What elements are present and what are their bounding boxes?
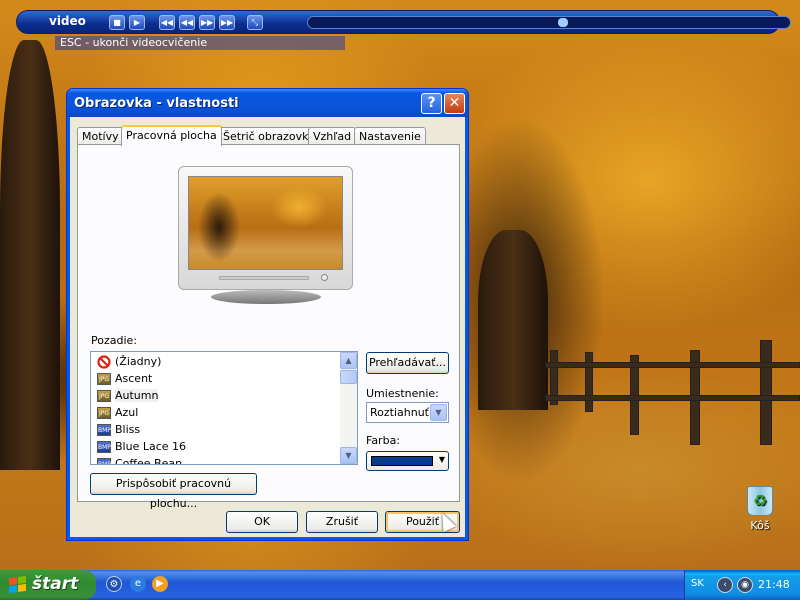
color-swatch bbox=[371, 456, 433, 466]
fence-post bbox=[760, 340, 772, 445]
help-icon[interactable]: ? bbox=[421, 93, 442, 114]
start-button[interactable]: štart bbox=[0, 570, 96, 600]
forward-icon[interactable]: ▶▶ bbox=[199, 15, 215, 30]
color-picker-button[interactable]: ▼ bbox=[366, 451, 449, 471]
monitor-slot bbox=[219, 276, 309, 280]
chevron-down-icon[interactable]: ▼ bbox=[430, 404, 447, 421]
tab-settings[interactable]: Nastavenie bbox=[354, 127, 426, 145]
forward-end-icon[interactable]: ▶▶ bbox=[219, 15, 235, 30]
none-icon bbox=[97, 354, 111, 369]
browse-button[interactable]: Prehľadávať... bbox=[366, 352, 449, 374]
close-icon[interactable]: ✕ bbox=[444, 93, 465, 114]
list-item-label: (Žiadny) bbox=[115, 355, 162, 368]
seek-track[interactable] bbox=[307, 16, 791, 29]
recycle-bin-label: Kôš bbox=[750, 519, 770, 532]
list-scrollbar[interactable]: ▲ ▼ bbox=[340, 352, 357, 464]
fence-post bbox=[585, 352, 593, 412]
position-select[interactable]: Roztiahnuť ▼ bbox=[366, 402, 449, 423]
monitor-power-icon bbox=[321, 274, 328, 281]
display-properties-dialog: Obrazovka - vlastnosti ? ✕ Motívy Pracov… bbox=[66, 88, 469, 541]
position-value: Roztiahnuť bbox=[370, 406, 429, 419]
internet-explorer-icon[interactable]: e bbox=[130, 576, 146, 592]
desktop-shortcut-icon[interactable]: ⚙ bbox=[106, 576, 122, 592]
player-title: video bbox=[49, 14, 86, 28]
taskbar: štart ⚙ e ▶ SK ‹ ◉ 21:48 bbox=[0, 570, 800, 600]
chevron-down-icon: ▼ bbox=[438, 455, 445, 464]
tree-trunk-left bbox=[0, 40, 60, 470]
bmp-file-icon: BMP bbox=[97, 440, 111, 453]
monitor-preview bbox=[178, 166, 353, 290]
list-item-label: Autumn bbox=[115, 389, 159, 402]
jpg-file-icon: JPG bbox=[97, 406, 111, 419]
background-list[interactable]: (Žiadny) JPG Ascent JPG Autumn JPG Azul … bbox=[90, 351, 358, 465]
list-item-label: Blue Lace 16 bbox=[115, 440, 187, 453]
customize-desktop-button[interactable]: Prispôsobiť pracovnú plochu... bbox=[90, 473, 257, 510]
scroll-up-icon[interactable]: ▲ bbox=[340, 352, 357, 369]
bmp-file-icon: BMP bbox=[97, 457, 111, 464]
list-item-selected[interactable]: JPG Autumn bbox=[97, 387, 159, 404]
esc-hint: ESC - ukonči videocvičenie bbox=[55, 36, 345, 50]
list-item-label: Bliss bbox=[115, 423, 141, 436]
list-item[interactable]: BMP Bliss bbox=[97, 421, 140, 438]
dialog-title-bar[interactable]: Obrazovka - vlastnosti ? ✕ bbox=[67, 89, 468, 117]
list-item[interactable]: BMP Blue Lace 16 bbox=[97, 438, 186, 455]
windows-logo-icon bbox=[9, 575, 27, 595]
tab-desktop[interactable]: Pracovná plocha bbox=[121, 125, 222, 146]
list-item[interactable]: (Žiadny) bbox=[97, 353, 161, 370]
tree-trunk-center bbox=[478, 230, 548, 410]
ok-button[interactable]: OK bbox=[226, 511, 298, 533]
monitor-stand bbox=[211, 290, 321, 304]
scroll-down-icon[interactable]: ▼ bbox=[340, 447, 357, 464]
speaker-icon[interactable]: ◉ bbox=[737, 577, 753, 593]
stop-icon[interactable]: ■ bbox=[109, 15, 125, 30]
jpg-file-icon: JPG bbox=[97, 372, 111, 385]
tab-screensaver[interactable]: Šetrič obrazovky bbox=[218, 127, 320, 145]
list-item[interactable]: BMP Coffee Bean bbox=[97, 455, 183, 465]
color-label: Farba: bbox=[366, 434, 401, 447]
fence-rail bbox=[545, 395, 800, 401]
wallpaper-preview bbox=[188, 176, 343, 270]
resize-icon[interactable]: ⤡ bbox=[247, 15, 263, 30]
seek-thumb[interactable] bbox=[558, 18, 569, 27]
language-indicator[interactable]: SK bbox=[691, 578, 704, 589]
clock: 21:48 bbox=[758, 578, 790, 591]
scroll-thumb[interactable] bbox=[340, 370, 357, 384]
tab-themes[interactable]: Motívy bbox=[77, 127, 124, 145]
list-item-label: Azul bbox=[115, 406, 139, 419]
desktop-tab-panel: Pozadie: (Žiadny) JPG Ascent JPG Autumn … bbox=[77, 144, 460, 510]
list-item-label: Coffee Bean bbox=[115, 457, 183, 465]
tray-arrow-icon[interactable]: ‹ bbox=[717, 577, 733, 593]
background-label: Pozadie: bbox=[91, 334, 137, 347]
list-item[interactable]: JPG Azul bbox=[97, 404, 138, 421]
list-item-label: Ascent bbox=[115, 372, 153, 385]
recycle-bin-icon: ♻ bbox=[747, 486, 773, 516]
video-player-bar: video ■ ▶ ◀◀ ◀◀ ▶▶ ▶▶ ⤡ bbox=[16, 10, 791, 34]
media-player-icon[interactable]: ▶ bbox=[152, 576, 168, 592]
system-tray: SK ‹ ◉ 21:48 bbox=[684, 570, 800, 600]
play-icon[interactable]: ▶ bbox=[129, 15, 145, 30]
rewind-start-icon[interactable]: ◀◀ bbox=[159, 15, 175, 30]
tab-appearance[interactable]: Vzhľad bbox=[308, 127, 357, 145]
rewind-icon[interactable]: ◀◀ bbox=[179, 15, 195, 30]
list-item[interactable]: JPG Ascent bbox=[97, 370, 152, 387]
start-label: štart bbox=[32, 574, 79, 594]
cancel-button[interactable]: Zrušiť bbox=[306, 511, 378, 533]
position-label: Umiestnenie: bbox=[366, 387, 439, 400]
fence-rail bbox=[545, 362, 800, 368]
bmp-file-icon: BMP bbox=[97, 423, 111, 436]
jpg-file-icon: JPG bbox=[97, 389, 111, 402]
dialog-title: Obrazovka - vlastnosti bbox=[74, 96, 239, 111]
recycle-bin[interactable]: ♻ Kôš bbox=[740, 486, 780, 532]
